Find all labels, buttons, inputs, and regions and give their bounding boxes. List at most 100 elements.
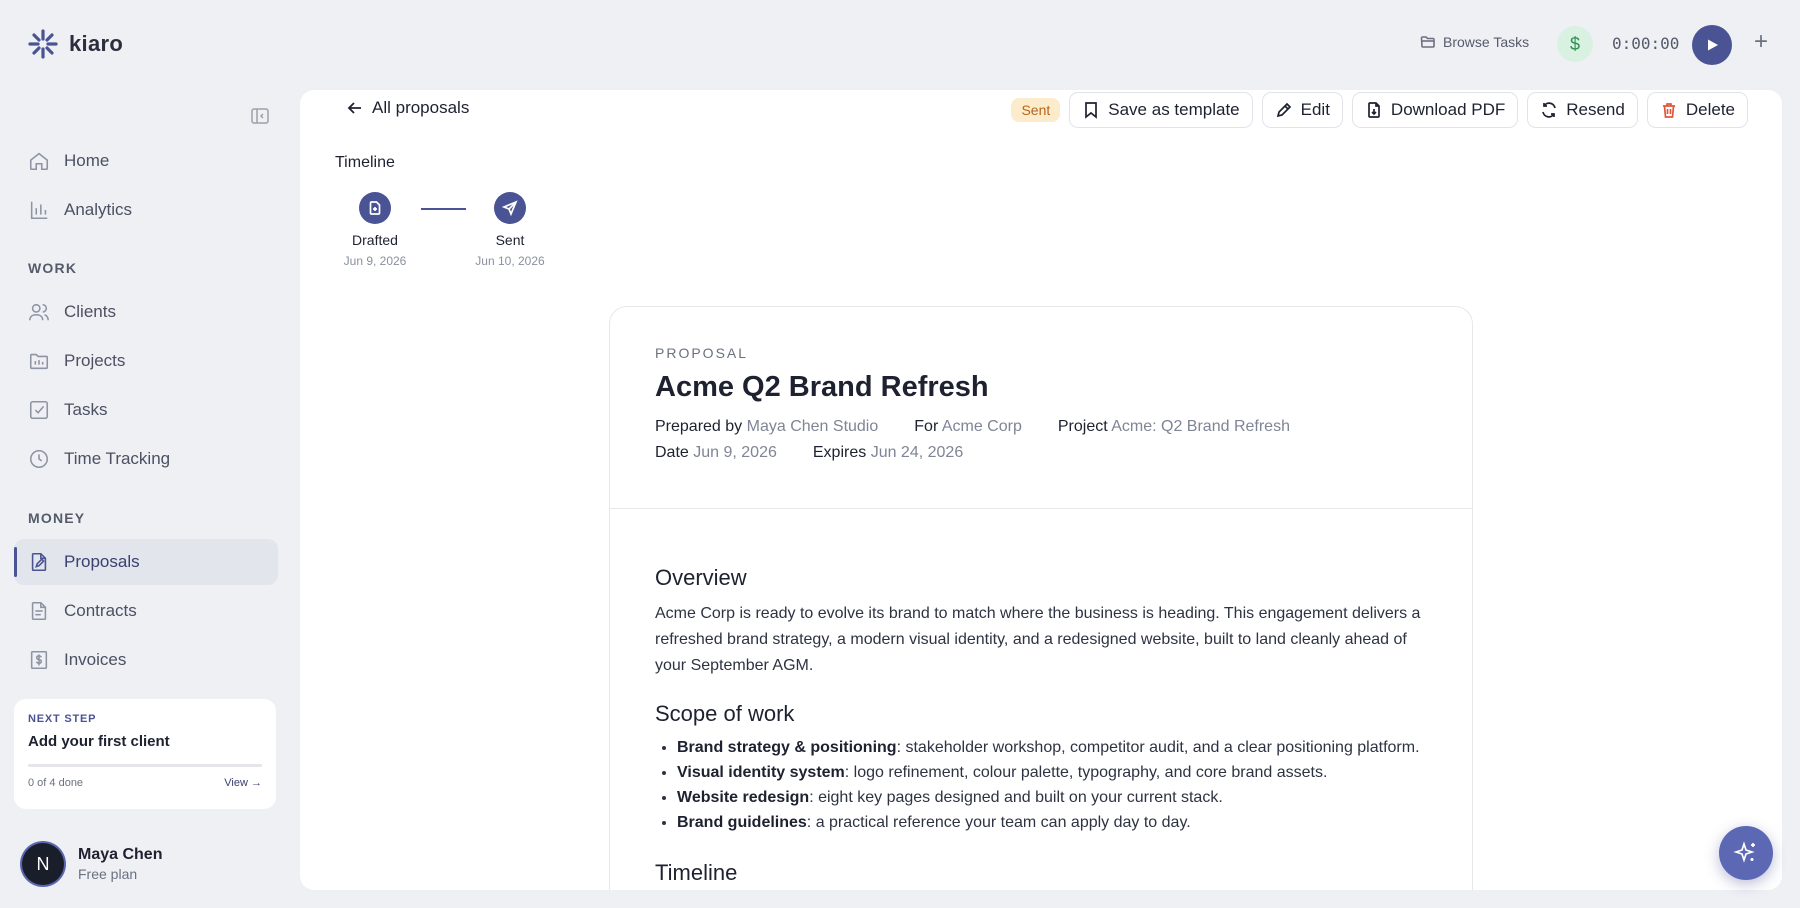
proposal-title: Acme Q2 Brand Refresh [655, 371, 989, 403]
meta-key: Prepared by [655, 418, 743, 435]
sidebar-item-projects[interactable]: Projects [14, 338, 278, 384]
timeline-step-date: Jun 10, 2026 [475, 254, 545, 268]
sidebar-item-contracts[interactable]: Contracts [14, 588, 278, 634]
proposal-meta-row: Prepared by Maya Chen Studio For Acme Co… [655, 418, 1427, 436]
folder-open-icon [1420, 36, 1435, 48]
overview-text: Acme Corp is ready to evolve its brand t… [655, 605, 1421, 674]
download-pdf-label: Download PDF [1390, 100, 1506, 119]
sidebar-item-label: Contracts [64, 601, 137, 620]
main-panel: All proposals Sent Save as template Edit… [300, 90, 1782, 890]
timeline-title: Timeline [335, 154, 395, 171]
proposal-icon [31, 552, 47, 572]
folder-icon [29, 353, 49, 370]
proposal-header: PROPOSAL Acme Q2 Brand Refresh Prepared … [610, 307, 1472, 509]
invoice-icon [30, 650, 48, 670]
timeline-connector [421, 208, 466, 210]
sidebar-item-label: Home [64, 151, 110, 170]
list-item: Brand guidelines: a practical reference … [677, 812, 1427, 834]
timeline-step-drafted: Drafted Jun 9, 2026 [330, 192, 420, 268]
list-item: Website redesign: eight key pages design… [677, 787, 1427, 809]
user-name: Maya Chen [78, 846, 163, 863]
delete-button[interactable]: Delete [1646, 92, 1748, 128]
proposal-document: PROPOSAL Acme Q2 Brand Refresh Prepared … [609, 306, 1473, 890]
next-step-label: NEXT STEP [28, 713, 97, 725]
meta-prepared-by: Maya Chen Studio [746, 418, 879, 435]
users-icon [29, 303, 49, 321]
arrow-left-icon [347, 102, 361, 114]
scope-list: Brand strategy & positioning: stakeholde… [655, 737, 1427, 834]
proposal-body: Overview Acme Corp is ready to evolve it… [610, 509, 1472, 886]
scope-item-title: Visual identity system [677, 764, 845, 781]
sidebar-item-tasks[interactable]: Tasks [14, 387, 278, 433]
refresh-icon [1542, 102, 1557, 118]
bookmark-icon [1085, 102, 1098, 119]
sidebar-item-home[interactable]: Home [14, 138, 278, 184]
meta-for: Acme Corp [941, 418, 1022, 435]
avatar: N [22, 843, 64, 885]
ai-assistant-button[interactable] [1719, 826, 1773, 880]
sparkle-icon [1733, 841, 1755, 863]
scope-heading: Scope of work [655, 701, 795, 726]
list-item: Brand strategy & positioning: stakeholde… [677, 737, 1427, 759]
meta-key: Date [655, 444, 689, 461]
status-badge: Sent [1011, 98, 1061, 122]
chart-icon [30, 201, 48, 220]
meta-key: Expires [812, 444, 867, 461]
next-step-card[interactable]: NEXT STEP Add your first client 0 of 4 d… [14, 699, 276, 809]
proposal-kicker: PROPOSAL [655, 345, 749, 361]
scope-item-text: : stakeholder workshop, competitor audit… [896, 739, 1420, 756]
scope-item-title: Brand guidelines [677, 814, 807, 831]
collapse-sidebar-icon[interactable] [250, 106, 270, 126]
play-icon [1708, 39, 1718, 51]
save-as-template-button[interactable]: Save as template [1069, 92, 1253, 128]
proposal-actions: Sent Save as template Edit Download PDF … [1011, 92, 1748, 128]
sidebar-item-label: Proposals [64, 552, 140, 571]
delete-label: Delete [1685, 100, 1735, 119]
meta-key: For [914, 418, 939, 435]
scope-item-title: Website redesign [677, 789, 810, 806]
sidebar-item-label: Time Tracking [64, 449, 171, 468]
pencil-icon [1276, 102, 1291, 118]
save-as-template-label: Save as template [1108, 100, 1240, 119]
dollar-icon[interactable]: $ [1557, 26, 1593, 62]
meta-expires: Jun 24, 2026 [870, 444, 964, 461]
timeline-step-label: Sent [495, 232, 525, 248]
sidebar-item-label: Clients [64, 302, 116, 321]
next-step-view-link[interactable]: View → [224, 777, 262, 789]
timer-display: 0:00:00 [1612, 34, 1680, 53]
app-logo[interactable]: kiaro [27, 28, 123, 60]
checkbox-icon [29, 400, 49, 420]
document-icon [31, 601, 47, 621]
kiaro-logo-icon [28, 29, 58, 59]
sidebar-item-invoices[interactable]: Invoices [14, 637, 278, 683]
add-icon[interactable]: + [1754, 30, 1768, 54]
edit-button[interactable]: Edit [1261, 92, 1343, 128]
home-icon [29, 152, 49, 171]
edit-label: Edit [1300, 100, 1330, 119]
download-pdf-button[interactable]: Download PDF [1351, 92, 1519, 128]
timeline-dot [494, 192, 526, 224]
sidebar-item-clients[interactable]: Clients [14, 289, 278, 335]
timeline-step-label: Drafted [352, 232, 398, 248]
start-timer-button[interactable] [1692, 25, 1732, 65]
section-label-work: WORK [28, 260, 78, 276]
sidebar-item-label: Tasks [64, 400, 108, 419]
proposal-meta-row: Date Jun 9, 2026 Expires Jun 24, 2026 [655, 444, 1427, 462]
meta-key: Project [1057, 418, 1108, 435]
sidebar-item-proposals[interactable]: Proposals [14, 539, 278, 585]
next-step-progress-bar [28, 764, 262, 767]
next-step-title: Add your first client [28, 733, 170, 750]
sidebar-item-time-tracking[interactable]: Time Tracking [14, 436, 278, 482]
user-profile[interactable]: N Maya Chen Free plan [22, 843, 162, 885]
back-to-proposals-link[interactable]: All proposals [346, 98, 469, 118]
sidebar-item-analytics[interactable]: Analytics [14, 187, 278, 233]
timeline-step-sent: Sent Jun 10, 2026 [465, 192, 555, 268]
timeline-section-heading: Timeline [655, 860, 738, 885]
browse-tasks-label: Browse Tasks [1443, 34, 1530, 50]
meta-date: Jun 9, 2026 [693, 444, 777, 461]
send-icon [502, 200, 518, 216]
resend-button[interactable]: Resend [1527, 92, 1638, 128]
browse-tasks-button[interactable]: Browse Tasks [1420, 34, 1529, 50]
back-link-label: All proposals [372, 98, 470, 117]
scope-item-text: : a practical reference your team can ap… [806, 814, 1191, 831]
